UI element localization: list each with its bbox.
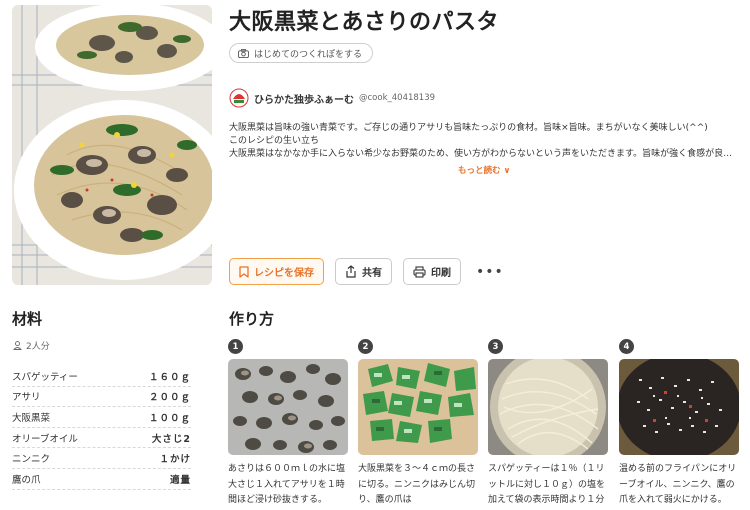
ingredient-list: スパゲッティー １６０ｇ アサリ ２００ｇ 大阪黒菜 １００ｇ オリーブオイル 大さじ2… xyxy=(12,366,191,490)
ingredient-row: 大阪黒菜 １００ｇ xyxy=(12,407,191,428)
origin-text: 大阪黒菜はなかなか手に入らない希少なお野菜のため、使い方がわからないという声をい… xyxy=(229,149,741,160)
first-tsukurepo-button[interactable]: はじめてのつくれぽをする xyxy=(229,43,374,63)
step-card: 1 あさりは６００ｍｌの水に塩大さじ１入れてアサリを１時間ほど浸け砂抜きする。 xyxy=(228,339,350,510)
ingredient-row: アサリ ２００ｇ xyxy=(12,387,191,408)
print-label: 印刷 xyxy=(431,268,451,279)
ingredient-row: ニンニク １かけ xyxy=(12,448,191,469)
step-number-badge: 3 xyxy=(488,339,503,354)
author-name[interactable]: ひらかた独歩ふぁーむ xyxy=(254,91,354,106)
save-recipe-label: レシピを保存 xyxy=(254,268,314,279)
recipe-main-photo xyxy=(12,5,212,285)
servings: 2人分 xyxy=(13,339,50,352)
ingredient-quantity: １かけ xyxy=(159,454,191,466)
ingredient-name: アサリ xyxy=(12,392,41,404)
step-card: 3 スパゲッティーは１％（１リットルに対し１０ｇ）の塩を加えて袋の表示時間より１… xyxy=(488,339,610,510)
origin-heading: このレシピの生い立ち xyxy=(229,136,320,147)
printer-icon xyxy=(413,265,426,278)
bookmark-icon xyxy=(239,265,249,278)
ingredient-name: スパゲッティー xyxy=(12,371,78,383)
ingredient-name: オリーブオイル xyxy=(12,433,78,445)
save-recipe-button[interactable]: レシピを保存 xyxy=(229,258,324,285)
share-button[interactable]: 共有 xyxy=(335,258,392,285)
first-tsukurepo-label: はじめてのつくれぽをする xyxy=(254,49,363,60)
step-photo[interactable] xyxy=(619,359,739,455)
recipe-title: 大阪黒菜とあさりのパスタ xyxy=(229,10,500,35)
step-photo[interactable] xyxy=(488,359,608,455)
servings-label: 2人分 xyxy=(26,342,50,352)
description-line: 大阪黒菜は旨味の強い青菜です。ご存じの通りアサリも旨味たっぷりの食材。旨味×旨味… xyxy=(229,123,708,133)
recipe-description: 大阪黒菜は旨味の強い青菜です。ご存じの通りアサリも旨味たっぷりの食材。旨味×旨味… xyxy=(229,122,741,162)
step-photo[interactable] xyxy=(228,359,348,455)
ingredient-quantity: １６０ｇ xyxy=(148,371,191,383)
steps-heading: 作り方 xyxy=(229,310,275,328)
step-number-badge: 2 xyxy=(358,339,373,354)
ingredients-heading: 材料 xyxy=(12,310,43,328)
ingredient-quantity: 大さじ2 xyxy=(151,433,191,445)
step-text: 大阪黒菜を３～４ｃｍの長さに切る。ニンニクはみじん切り、鷹の爪は xyxy=(358,464,476,505)
step-card: 2 大阪黒菜を３～４ｃｍの長さに切る。ニンニクはみじん切り、鷹の爪は xyxy=(358,339,480,510)
step-photo[interactable] xyxy=(358,359,478,455)
ingredient-row: 鷹の爪 適量 xyxy=(12,469,191,490)
author-row[interactable]: ひらかた独歩ふぁーむ @cook_40418139 xyxy=(229,87,435,109)
step-text: あさりは６００ｍｌの水に塩大さじ１入れてアサリを１時間ほど浸け砂抜きする。 xyxy=(228,464,346,505)
ingredient-quantity: 適量 xyxy=(169,474,191,486)
recipe-actions: レシピを保存 共有 印刷 ••• xyxy=(229,258,508,285)
share-icon xyxy=(346,265,356,278)
step-number-badge: 1 xyxy=(228,339,243,354)
step-card: 4 温める前のフライパンにオリーブオイル、ニンニク、鷹の爪を入れて弱火にかける。 xyxy=(619,339,741,510)
ingredient-name: ニンニク xyxy=(12,454,51,466)
ingredient-row: オリーブオイル 大さじ2 xyxy=(12,428,191,449)
author-id: @cook_40418139 xyxy=(359,93,436,103)
step-number-badge: 4 xyxy=(619,339,634,354)
ingredient-name: 大阪黒菜 xyxy=(12,412,51,424)
step-text: スパゲッティーは１％（１リットルに対し１０ｇ）の塩を加えて袋の表示時間より１分ほ… xyxy=(488,464,606,505)
print-button[interactable]: 印刷 xyxy=(403,258,461,285)
read-more-link[interactable]: もっと読む ∨ xyxy=(458,164,510,176)
ingredient-quantity: １００ｇ xyxy=(148,412,191,424)
share-label: 共有 xyxy=(362,268,382,279)
camera-icon xyxy=(238,48,249,58)
ingredient-quantity: ２００ｇ xyxy=(148,392,191,404)
ingredient-row: スパゲッティー １６０ｇ xyxy=(12,366,191,387)
person-icon xyxy=(13,341,22,350)
step-text: 温める前のフライパンにオリーブオイル、ニンニク、鷹の爪を入れて弱火にかける。 xyxy=(619,464,737,505)
more-options-button[interactable]: ••• xyxy=(472,264,508,280)
author-avatar[interactable] xyxy=(229,87,249,109)
ingredient-name: 鷹の爪 xyxy=(12,474,41,486)
